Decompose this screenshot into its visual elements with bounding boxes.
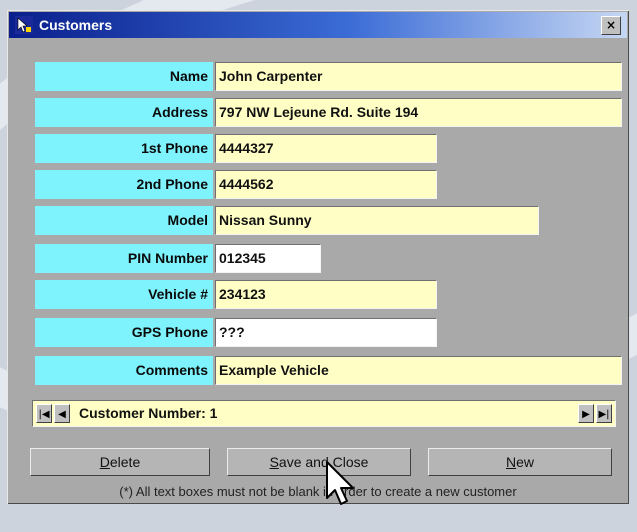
delete-label: elete	[109, 454, 141, 470]
second-phone-label: 2nd Phone	[35, 170, 213, 199]
close-icon[interactable]: ×	[601, 16, 621, 35]
name-label: Name	[35, 62, 213, 91]
footnote: (*) All text boxes must not be blank in …	[119, 484, 517, 499]
save-mnemonic: S	[269, 454, 279, 470]
previous-record-icon[interactable]: ◀	[54, 404, 70, 423]
save-and-close-button[interactable]: Save and Close	[227, 448, 411, 476]
new-mnemonic: N	[505, 454, 517, 470]
pin-field[interactable]: 012345	[215, 244, 321, 273]
delete-mnemonic: D	[99, 454, 110, 470]
model-label: Model	[35, 206, 213, 235]
mouse-cursor-icon	[326, 461, 354, 505]
gps-phone-label: GPS Phone	[35, 318, 213, 347]
last-record-icon[interactable]: ▶|	[596, 404, 612, 423]
second-phone-field[interactable]: 4444562	[215, 170, 437, 199]
first-phone-field[interactable]: 4444327	[215, 134, 437, 163]
new-button[interactable]: New	[428, 448, 612, 476]
address-label: Address	[35, 98, 213, 127]
record-navigator: |◀ ◀ Customer Number: 1 ▶ ▶|	[32, 400, 616, 427]
title-bar[interactable]: Customers ×	[9, 12, 627, 38]
comments-field[interactable]: Example Vehicle	[215, 356, 622, 385]
delete-button[interactable]: Delete	[30, 448, 210, 476]
first-phone-label: 1st Phone	[35, 134, 213, 163]
customers-window: Customers × Name John Carpenter Address …	[7, 10, 629, 504]
address-field[interactable]: 797 NW Lejeune Rd. Suite 194	[215, 98, 622, 127]
vehicle-field[interactable]: 234123	[215, 280, 437, 309]
customer-number: Customer Number: 1	[79, 405, 218, 421]
app-icon	[15, 16, 33, 34]
model-field[interactable]: Nissan Sunny	[215, 206, 539, 235]
vehicle-label: Vehicle #	[35, 280, 213, 309]
window-title: Customers	[39, 17, 113, 33]
pin-label: PIN Number	[35, 244, 213, 273]
first-record-icon[interactable]: |◀	[36, 404, 52, 423]
name-field[interactable]: John Carpenter	[215, 62, 622, 91]
new-label: ew	[516, 454, 535, 470]
next-record-icon[interactable]: ▶	[578, 404, 594, 423]
gps-phone-field[interactable]: ???	[215, 318, 437, 347]
comments-label: Comments	[35, 356, 213, 385]
